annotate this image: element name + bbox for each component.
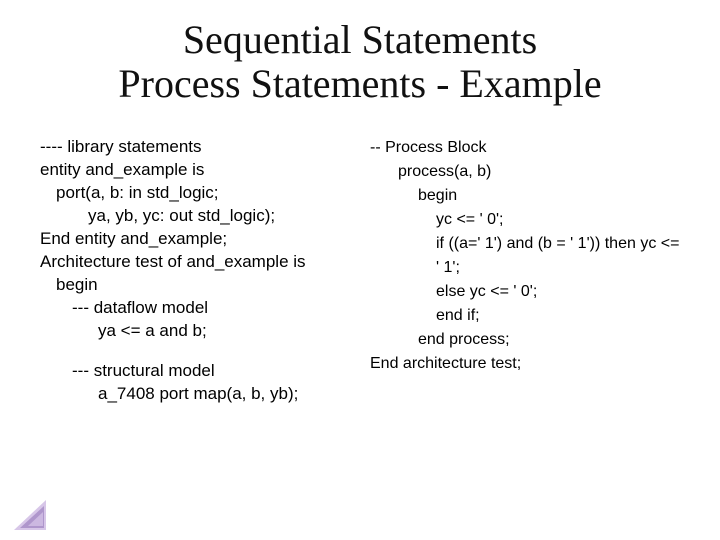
slide: Sequential Statements Process Statements… xyxy=(0,0,720,540)
left-column: ---- library statements entity and_examp… xyxy=(40,136,350,424)
code-line: End architecture test; xyxy=(370,352,680,376)
corner-decoration-icon xyxy=(14,496,50,530)
code-line: ya <= a and b; xyxy=(40,320,350,343)
code-line: entity and_example is xyxy=(40,159,350,182)
code-line: -- Process Block xyxy=(370,136,680,160)
code-line: --- structural model xyxy=(40,360,350,383)
title-line-2: Process Statements - Example xyxy=(118,61,601,106)
title-line-1: Sequential Statements xyxy=(183,17,537,62)
code-line: ---- library statements xyxy=(40,136,350,159)
code-line: End entity and_example; xyxy=(40,228,350,251)
code-line: --- dataflow model xyxy=(40,297,350,320)
code-line: end process; xyxy=(370,328,680,352)
code-block-entity: ---- library statements entity and_examp… xyxy=(40,136,350,342)
code-line: if ((a=' 1') and (b = ' 1')) then yc <= … xyxy=(370,232,680,280)
code-line: a_7408 port map(a, b, yb); xyxy=(40,383,350,406)
code-line: begin xyxy=(370,184,680,208)
code-block-structural: --- structural model a_7408 port map(a, … xyxy=(40,360,350,406)
code-line: end if; xyxy=(370,304,680,328)
slide-title: Sequential Statements Process Statements… xyxy=(40,18,680,106)
code-line: process(a, b) xyxy=(370,160,680,184)
content-columns: ---- library statements entity and_examp… xyxy=(40,136,680,424)
code-line: ya, yb, yc: out std_logic); xyxy=(40,205,350,228)
code-line: yc <= ' 0'; xyxy=(370,208,680,232)
code-line: port(a, b: in std_logic; xyxy=(40,182,350,205)
right-column: -- Process Block process(a, b) begin yc … xyxy=(370,136,680,424)
code-line: else yc <= ' 0'; xyxy=(370,280,680,304)
code-line: Architecture test of and_example is xyxy=(40,251,350,274)
code-line: begin xyxy=(40,274,350,297)
